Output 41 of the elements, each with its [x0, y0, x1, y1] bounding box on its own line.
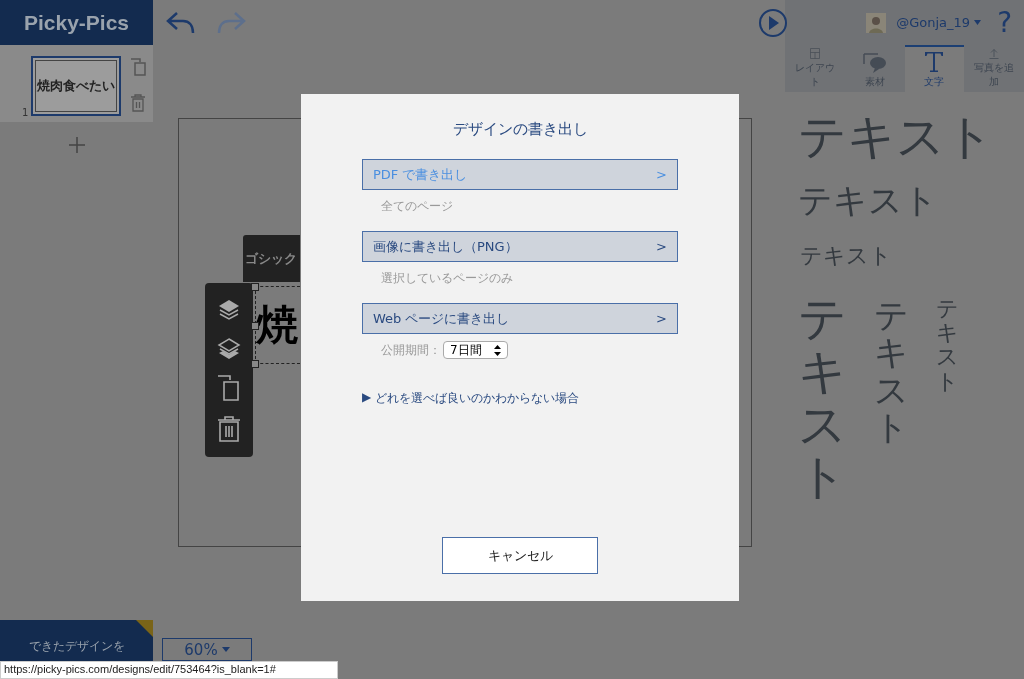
caret-icon — [974, 20, 982, 25]
resize-handle[interactable] — [251, 360, 259, 368]
text-style-sample[interactable]: テキスト — [798, 292, 846, 504]
help-link[interactable]: ? — [997, 6, 1012, 39]
zoom-dropdown[interactable]: 60% — [162, 638, 252, 661]
duplicate-icon[interactable] — [217, 375, 241, 402]
font-name-label: ゴシック — [243, 235, 300, 282]
period-select[interactable]: 7日間 — [443, 341, 508, 359]
option-note: 選択しているページのみ — [381, 269, 513, 287]
app-logo[interactable]: Picky-Pics — [0, 0, 153, 45]
corner-ribbon-icon — [136, 620, 153, 637]
text-icon — [924, 51, 945, 73]
help-link[interactable]: どれを選べば良いのかわからない場合 — [375, 390, 580, 407]
caret-icon — [221, 647, 230, 652]
text-style-sample[interactable]: テキスト — [798, 182, 938, 220]
option-note: 全てのページ — [381, 197, 453, 215]
status-bar-url: https://picky-pics.com/designs/edit/753464?is_blank=1# — [0, 661, 338, 679]
user-menu[interactable]: @Gonja_19 — [896, 15, 982, 30]
send-backward-icon[interactable] — [217, 336, 241, 361]
text-style-sample[interactable]: テキスト — [936, 297, 958, 394]
panel-tab[interactable]: 文字 — [904, 45, 965, 92]
cancel-button[interactable]: キャンセル — [442, 537, 598, 574]
speech-bubble-icon — [862, 53, 887, 73]
trash-icon[interactable] — [217, 416, 241, 443]
option-note: 公開期間： — [381, 341, 441, 359]
play-icon[interactable] — [758, 8, 788, 38]
page-thumbnail[interactable]: 焼肉食べたい — [31, 56, 122, 116]
stepper-icon — [493, 344, 501, 356]
triangle-marker: ▶ — [362, 390, 372, 406]
text-style-sample[interactable]: テキスト — [800, 244, 892, 269]
text-style-sample[interactable]: テキスト — [874, 297, 908, 447]
page-number: 1 — [22, 107, 29, 118]
undo-icon[interactable] — [165, 9, 197, 36]
text-style-sample[interactable]: テキスト — [798, 110, 994, 163]
export-button[interactable]: できたデザインを — [0, 620, 153, 661]
export-option-button[interactable]: Web ページに書き出し > — [362, 303, 678, 334]
export-option-button[interactable]: PDF で書き出し > — [362, 159, 678, 190]
dialog-title: デザインの書き出し — [452, 120, 588, 139]
bring-forward-icon[interactable] — [217, 297, 241, 322]
resize-handle[interactable] — [251, 283, 259, 291]
export-option-button[interactable]: 画像に書き出し（PNG） > — [362, 231, 678, 262]
